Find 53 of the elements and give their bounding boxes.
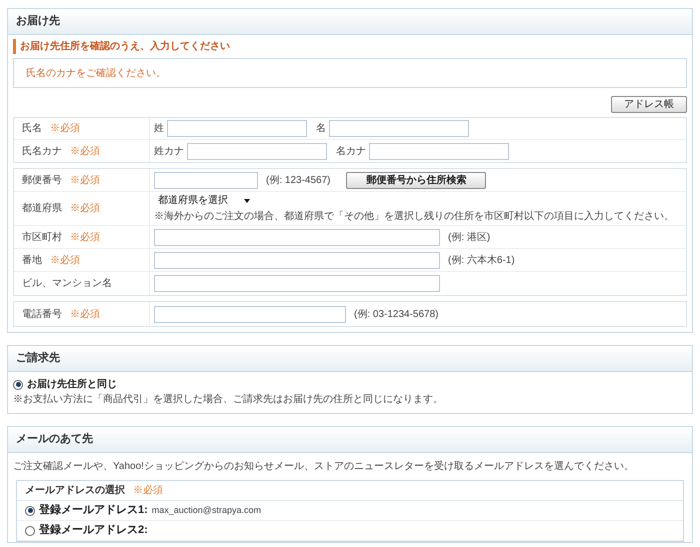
section-header: ご請求先 <box>8 346 692 372</box>
input-field[interactable] <box>369 142 509 160</box>
field-label: 都道府県 <box>22 202 62 216</box>
dropdown-caret-icon <box>244 198 250 202</box>
required-mark: ※必須 <box>70 144 100 158</box>
email-option-label: 登録メールアドレス2: <box>39 522 148 538</box>
required-mark: ※必須 <box>70 202 100 216</box>
radio-button[interactable] <box>25 506 35 516</box>
field-label: 名 <box>316 122 326 136</box>
overseas-note: ※海外からのご注文の場合、都道府県で「その他」を選択し残りの住所を市区町村以下の項目に入力してください。 <box>154 210 674 224</box>
input-field[interactable] <box>154 172 258 188</box>
required-mark: ※必須 <box>50 122 80 136</box>
input-field[interactable] <box>154 275 440 292</box>
required-mark: ※必須 <box>133 484 163 498</box>
section-header: メールのあて先 <box>8 427 692 453</box>
input-field[interactable] <box>167 120 307 137</box>
mail-description: ご注文確認メールや、Yahoo!ショッピングからのお知らせメール、ストアのニュースレターを受け取るメールアドレスを選んでください。 <box>13 460 635 474</box>
field-label: 氏名カナ <box>22 144 62 158</box>
field-label: 電話番号 <box>22 308 62 322</box>
example-hint: (例: 123-4567) <box>266 174 330 188</box>
field-label: 氏名 <box>22 122 42 136</box>
required-mark: ※必須 <box>70 230 100 244</box>
radio-button[interactable] <box>25 526 35 536</box>
selection-title: メールアドレスの選択 <box>25 484 125 498</box>
field-label: 郵便番号 <box>22 174 62 188</box>
input-field[interactable] <box>154 228 440 246</box>
postal-search-button[interactable]: 郵便番号から住所検索 <box>346 172 486 188</box>
email-option-row[interactable]: 登録メールアドレス2: <box>17 521 683 541</box>
required-mark: ※必須 <box>50 254 80 268</box>
field-label: 市区町村 <box>22 230 62 244</box>
input-field[interactable] <box>154 252 440 268</box>
required-mark: ※必須 <box>70 308 100 322</box>
example-hint: (例: 六本木6-1) <box>448 254 515 268</box>
instruction-heading: お届け先住所を確認のうえ、入力してください <box>13 39 687 54</box>
field-label: ビル、マンション名 <box>22 277 112 291</box>
notice-box: 氏名のカナをご確認ください。 <box>13 58 687 88</box>
billing-note: ※お支払い方法に「商品代引」を選択した場合、ご請求先はお届け先の住所と同じになります。 <box>13 392 444 407</box>
example-hint: (例: 港区) <box>448 230 490 244</box>
email-address: max_auction@strapya.com <box>152 504 261 517</box>
section-header: お届け先 <box>8 9 692 35</box>
required-mark: ※必須 <box>70 174 100 188</box>
radio-button[interactable] <box>13 380 23 390</box>
example-hint: (例: 03-1234-5678) <box>354 308 438 322</box>
input-field[interactable] <box>329 120 469 137</box>
field-label: 姓カナ <box>154 144 184 158</box>
field-label: 名カナ <box>336 144 366 158</box>
field-label: 姓 <box>154 122 164 136</box>
address-book-button[interactable]: アドレス帳 <box>611 96 687 113</box>
field-label: 番地 <box>22 254 42 268</box>
input-field[interactable] <box>154 306 346 322</box>
input-field[interactable] <box>187 142 327 160</box>
email-option-label: 登録メールアドレス1: <box>39 502 148 518</box>
radio-label: お届け先住所と同じ <box>27 378 117 392</box>
